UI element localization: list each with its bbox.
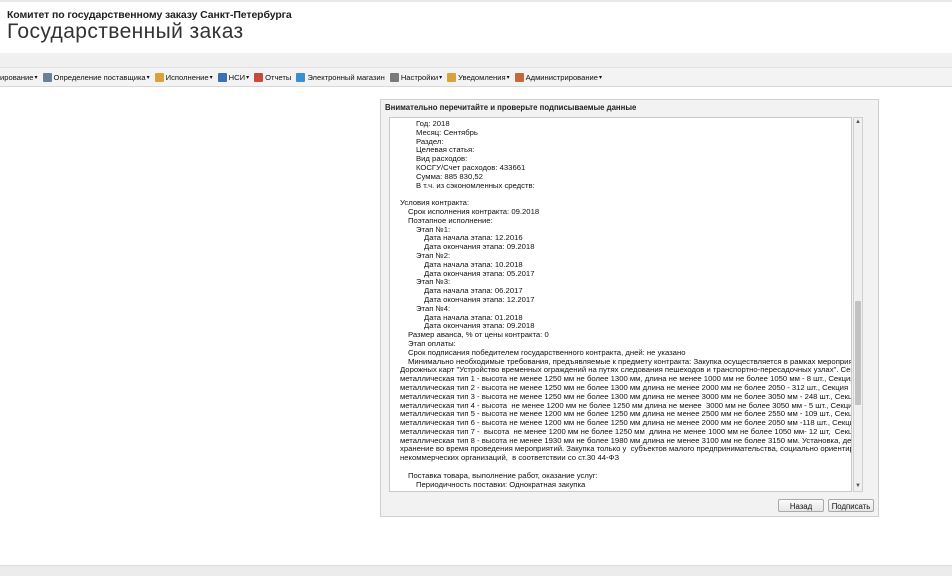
wrench-icon: [42, 72, 52, 82]
menu-item-label: Определение поставщика: [53, 72, 146, 82]
folder-icon: [154, 72, 164, 82]
menu-item-1[interactable]: Определение поставщика ▾: [42, 72, 150, 82]
user-icon: [514, 72, 524, 82]
menu-item-6[interactable]: Настройки ▾: [389, 72, 443, 82]
scroll-up-icon[interactable]: ▲: [854, 118, 862, 127]
menu-item-label: ирование: [0, 72, 34, 82]
app-title: Государственный заказ: [7, 20, 244, 43]
text-line: Дата окончания этапа: 05.2017: [424, 268, 535, 278]
menu-item-5[interactable]: Электронный магазин: [296, 72, 385, 82]
dropdown-arrow-icon: ▾: [246, 74, 250, 81]
dropdown-arrow-icon: ▾: [146, 74, 150, 81]
menu-item-label: Администрирование: [525, 72, 599, 82]
menu-item-8[interactable]: Администрирование ▾: [514, 72, 603, 82]
text-lines: Год: 2018 Месяц: Сентябрь Раздел: Целевая с…: [390, 119, 851, 489]
text-line: В т.ч. из сэкономленных средств:: [416, 180, 535, 190]
menu-item-label: Отчеты: [265, 72, 292, 82]
text-line: Поэтапное исполнение:: [408, 215, 493, 225]
text-line: Дата окончания этапа: 12.2017: [424, 294, 535, 304]
sign-data-dialog: Внимательно перечитайте и проверьте подп…: [380, 99, 879, 517]
shop-icon: [296, 72, 306, 82]
dialog-title: Внимательно перечитайте и проверьте подп…: [385, 103, 637, 112]
menu-item-label: Уведомления: [458, 72, 506, 82]
grid-icon: [217, 72, 227, 82]
envelope-icon: [447, 72, 457, 82]
text-line: Размер аванса, % от цены контракта: 0: [408, 330, 549, 340]
report-icon: [254, 72, 264, 82]
menu-item-label: Исполнение: [165, 72, 209, 82]
menu-item-7[interactable]: Уведомления ▾: [447, 72, 510, 82]
menu-item-label: Настройки: [400, 72, 439, 82]
menu-item-2[interactable]: Исполнение ▾: [154, 72, 213, 82]
vertical-scrollbar[interactable]: ▲ ▼: [853, 117, 863, 492]
tools-icon: [389, 72, 399, 82]
main-menu: ирование ▾ Определение поставщика ▾ Исполнен…: [0, 68, 952, 87]
dropdown-arrow-icon: ▾: [506, 74, 510, 81]
menu-item-label: НСИ: [228, 72, 246, 82]
top-border: [0, 0, 952, 2]
sign-button[interactable]: Подписать: [828, 499, 874, 512]
dropdown-arrow-icon: ▾: [439, 74, 443, 81]
signed-data-text[interactable]: Год: 2018 Месяц: Сентябрь Раздел: Целевая с…: [389, 117, 852, 492]
header-band: [0, 53, 952, 68]
menu-item-0[interactable]: ирование ▾: [0, 73, 38, 82]
back-button[interactable]: Назад: [778, 499, 824, 512]
text-line: Дата окончания этапа: 09.2018: [424, 242, 535, 252]
scroll-down-icon[interactable]: ▼: [854, 482, 862, 491]
dropdown-arrow-icon: ▾: [599, 74, 603, 81]
footer-band: [0, 565, 952, 576]
menu-item-4[interactable]: Отчеты: [254, 72, 292, 82]
dropdown-arrow-icon: ▾: [209, 74, 213, 81]
text-line: некоммерческих организаций, в соответств…: [400, 453, 620, 463]
brand-block: Комитет по государственному заказу Санкт…: [7, 9, 292, 43]
text-line: Периодичность поставки: Однократная заку…: [416, 479, 586, 489]
scroll-thumb[interactable]: [855, 301, 861, 405]
dropdown-arrow-icon: ▾: [34, 74, 38, 81]
menu-item-label: Электронный магазин: [307, 72, 385, 82]
text-line: Месяц: Сентябрь: [416, 127, 478, 137]
menu-item-3[interactable]: НСИ ▾: [217, 72, 250, 82]
